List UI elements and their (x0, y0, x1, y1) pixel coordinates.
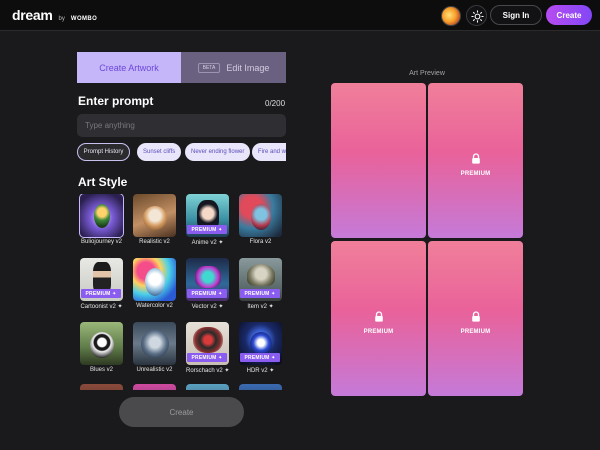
suggestion-chip[interactable]: Fire and w (252, 143, 286, 161)
art-style-grid: Buliojourney v2 Realistic v2 PREMIUM ✦ A… (77, 194, 289, 390)
premium-badge: PREMIUM ✦ (187, 289, 227, 298)
style-card-item[interactable]: PREMIUM ✦ Item v2 ✦ (239, 258, 282, 310)
style-card-unrealistic[interactable]: Unrealistic v2 (133, 322, 176, 373)
lock-icon (471, 311, 480, 322)
prompt-title: Enter prompt (78, 94, 154, 108)
prompt-input[interactable] (77, 114, 286, 137)
style-thumbnail (133, 258, 176, 301)
style-label: Watercolor v2 (136, 303, 173, 309)
top-bar: dream by WOMBO Sign In Create (0, 0, 600, 31)
sun-icon (471, 10, 484, 23)
style-thumbnail (80, 384, 123, 390)
style-label: Buliojourney v2 (80, 239, 123, 245)
style-card-watercolor[interactable]: Watercolor v2 (133, 258, 176, 309)
style-label: Rorschach v2 ✦ (186, 368, 230, 374)
style-label: Anime v2 ✦ (191, 240, 224, 246)
style-card-realistic[interactable]: Realistic v2 (133, 194, 176, 245)
style-label: Realistic v2 (139, 239, 170, 245)
style-thumbnail (133, 322, 176, 365)
tab-edit-image-label: Edit Image (226, 62, 270, 73)
style-card-cartoonist[interactable]: PREMIUM ✦ Cartoonist v2 ✦ (80, 258, 123, 310)
style-thumbnail (79, 194, 124, 238)
style-card-buliojourney[interactable]: Buliojourney v2 (79, 194, 124, 245)
style-thumbnail: PREMIUM ✦ (80, 258, 123, 301)
style-thumbnail (239, 384, 282, 390)
art-preview-label: Art Preview (409, 70, 445, 77)
premium-lock: PREMIUM (331, 309, 426, 335)
preview-tile[interactable] (331, 83, 426, 238)
create-button[interactable]: Create (119, 397, 244, 427)
premium-lock: PREMIUM (428, 309, 523, 335)
style-label: Cartoonist v2 ✦ (80, 304, 123, 310)
style-thumbnail: PREMIUM ✦ (239, 322, 282, 365)
style-thumbnail: PREMIUM ✦ (186, 322, 229, 365)
style-thumbnail (239, 194, 282, 237)
avatar[interactable] (441, 6, 461, 26)
logo-text: dream (12, 7, 53, 23)
premium-label: PREMIUM (363, 329, 394, 335)
style-thumbnail (80, 322, 123, 365)
logo-brand: WOMBO (70, 16, 98, 22)
prompt-history-button[interactable]: Prompt History (77, 143, 130, 161)
preview-tile[interactable]: PREMIUM (428, 241, 523, 396)
style-card-vector[interactable]: PREMIUM ✦ Vector v2 ✦ (186, 258, 229, 310)
style-card-more[interactable] (80, 384, 123, 390)
style-thumbnail: PREMIUM ✦ (186, 258, 229, 301)
sign-in-button[interactable]: Sign In (490, 5, 542, 25)
style-card-more[interactable] (133, 384, 176, 390)
style-thumbnail: PREMIUM ✦ (239, 258, 282, 301)
preview-tile[interactable]: PREMIUM (428, 83, 523, 238)
style-card-more[interactable] (186, 384, 229, 390)
style-card-hdr[interactable]: PREMIUM ✦ HDR v2 ✦ (239, 322, 282, 374)
lock-icon (374, 311, 383, 322)
premium-badge: PREMIUM ✦ (187, 225, 227, 234)
style-label: HDR v2 ✦ (246, 368, 275, 374)
suggestion-chip[interactable]: Never ending flower (185, 143, 251, 161)
preview-tile[interactable]: PREMIUM (331, 241, 426, 396)
prompt-suggestions: Prompt History Sunset cliffs Never endin… (77, 143, 286, 161)
suggestion-chip[interactable]: Sunset cliffs (137, 143, 182, 161)
premium-badge: PREMIUM ✦ (240, 289, 280, 298)
beta-badge: BETA (197, 62, 221, 73)
art-style-title: Art Style (78, 175, 128, 189)
style-thumbnail (133, 194, 176, 237)
style-card-flora[interactable]: Flora v2 (239, 194, 282, 245)
create-button-header[interactable]: Create (546, 5, 592, 25)
style-label: Unrealistic v2 (136, 367, 173, 373)
prompt-char-count: 0/200 (265, 99, 286, 108)
premium-badge: PREMIUM ✦ (187, 353, 227, 362)
dream-logo[interactable]: dream by WOMBO (12, 7, 97, 23)
style-thumbnail (186, 384, 229, 390)
style-label: Flora v2 (249, 239, 272, 245)
theme-toggle-button[interactable] (466, 5, 487, 26)
style-card-anime[interactable]: PREMIUM ✦ Anime v2 ✦ (186, 194, 229, 246)
style-label: Vector v2 ✦ (191, 304, 224, 310)
style-card-blues[interactable]: Blues v2 (80, 322, 123, 373)
premium-badge: PREMIUM ✦ (81, 289, 121, 298)
style-card-rorschach[interactable]: PREMIUM ✦ Rorschach v2 ✦ (186, 322, 229, 374)
logo-by: by (58, 16, 65, 22)
premium-label: PREMIUM (460, 329, 491, 335)
style-thumbnail: PREMIUM ✦ (186, 194, 229, 237)
premium-lock: PREMIUM (428, 151, 523, 177)
style-label: Item v2 ✦ (247, 304, 274, 310)
style-thumbnail (133, 384, 176, 390)
lock-icon (471, 153, 480, 164)
style-card-more[interactable] (239, 384, 282, 390)
tab-create-artwork[interactable]: Create Artwork (77, 52, 181, 83)
tab-edit-image[interactable]: BETA Edit Image (181, 52, 286, 83)
premium-badge: PREMIUM ✦ (240, 353, 280, 362)
premium-label: PREMIUM (460, 171, 491, 177)
style-label: Blues v2 (89, 367, 113, 373)
tab-create-artwork-label: Create Artwork (99, 62, 159, 73)
